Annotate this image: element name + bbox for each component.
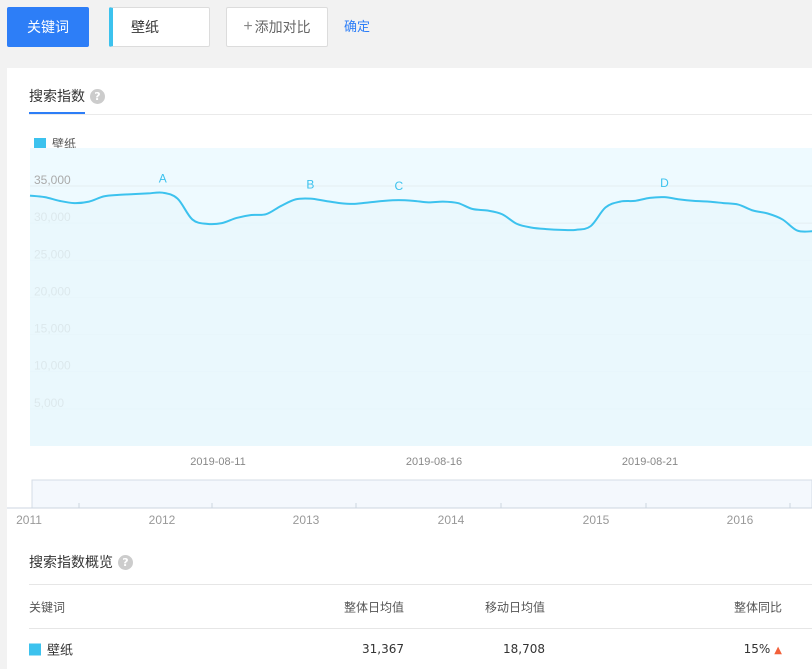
search-index-panel: 搜索指数 ? 壁纸 35,00030,00025,00020,00015,000… xyxy=(7,68,812,669)
navigator-window xyxy=(31,479,812,509)
y-tick-label: 35,000 xyxy=(34,173,71,187)
navigator-year-label: 2013 xyxy=(293,513,320,527)
navigator-year-label: 2015 xyxy=(583,513,610,527)
keyword-chip-label: 壁纸 xyxy=(131,20,159,36)
confirm-link[interactable]: 确定 xyxy=(344,16,370,35)
table-row: 壁纸 31,367 18,708 15% ▲ xyxy=(29,629,812,669)
table-header: 关键词 整体日均值 移动日均值 整体同比 xyxy=(29,584,812,629)
annotation-label: B xyxy=(306,178,314,192)
row-keyword: 壁纸 xyxy=(29,640,73,659)
annotation-label: C xyxy=(395,179,404,193)
row-keyword-label: 壁纸 xyxy=(47,643,74,659)
row-overall-avg: 31,367 xyxy=(362,642,404,656)
keyword-button[interactable]: 关键词 xyxy=(7,7,89,47)
header-overall-avg: 整体日均值 xyxy=(343,600,404,614)
x-tick-label: 2019-08-21 xyxy=(622,456,678,468)
series-area xyxy=(30,192,812,446)
header-overall-yoy: 整体同比 xyxy=(733,600,782,614)
header-mobile-avg: 移动日均值 xyxy=(484,600,545,614)
navigator-year-label: 2014 xyxy=(438,513,465,527)
annotation-label: D xyxy=(660,176,669,190)
x-tick-label: 2019-08-16 xyxy=(406,456,462,468)
top-toolbar: 关键词 壁纸 + 添加对比 确定 xyxy=(0,0,812,68)
overview-help-icon[interactable]: ? xyxy=(118,554,133,570)
overview-title-label: 搜索指数概览 xyxy=(29,555,113,571)
navigator-year-label: 2011 xyxy=(16,513,42,527)
add-compare-label: 添加对比 xyxy=(254,19,311,35)
add-compare-button[interactable]: + 添加对比 xyxy=(226,7,328,47)
row-swatch xyxy=(29,643,41,655)
search-index-chart: 35,00030,00025,00020,00015,00010,0005,00… xyxy=(7,148,812,527)
annotation-label: A xyxy=(159,172,167,186)
row-mobile-avg: 18,708 xyxy=(503,642,545,656)
plus-icon: + xyxy=(243,18,253,35)
navigator-year-label: 2016 xyxy=(727,513,754,527)
header-keyword: 关键词 xyxy=(29,600,66,614)
x-tick-label: 2019-08-11 xyxy=(190,456,245,468)
navigator-year-label: 2012 xyxy=(149,513,176,527)
trend-up-icon: ▲ xyxy=(774,645,782,656)
row-overall-yoy-value: 15% xyxy=(743,642,771,656)
overview-title: 搜索指数概览 ? xyxy=(29,552,133,572)
keyword-chip[interactable]: 壁纸 xyxy=(109,7,210,47)
row-overall-yoy: 15% ▲ xyxy=(744,642,782,656)
overview-table: 关键词 整体日均值 移动日均值 整体同比 壁纸 31,367 18,708 15… xyxy=(29,584,812,669)
